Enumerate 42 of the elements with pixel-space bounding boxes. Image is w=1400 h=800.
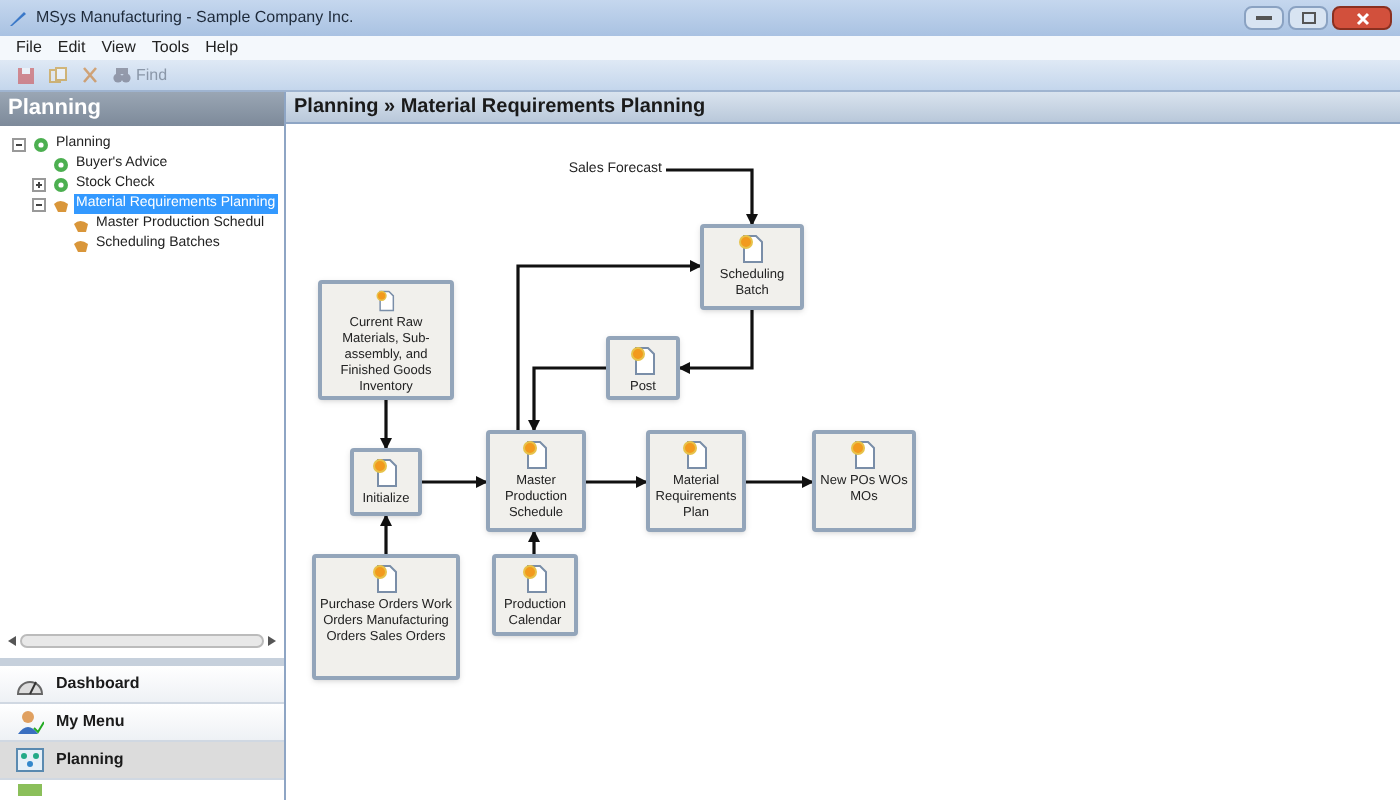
document-icon <box>629 346 657 376</box>
maximize-button[interactable] <box>1288 6 1328 30</box>
nav-item[interactable]: My Menu <box>0 704 284 742</box>
menu-item[interactable]: Edit <box>57 36 86 60</box>
horizontal-scrollbar[interactable] <box>8 630 276 650</box>
person-icon <box>16 710 44 734</box>
connector-arrow <box>422 476 488 488</box>
scroll-left-icon[interactable] <box>8 635 16 645</box>
connector-arrow <box>528 530 540 554</box>
collapse-icon[interactable] <box>12 137 26 151</box>
nav-item[interactable]: Dashboard <box>0 666 284 704</box>
connector-arrow <box>586 476 648 488</box>
close-icon <box>1355 11 1369 25</box>
document-icon <box>521 564 549 594</box>
document-icon <box>372 290 400 312</box>
collapse-icon[interactable] <box>32 197 46 211</box>
network-icon <box>16 748 44 772</box>
window-title: MSys Manufacturing - Sample Company Inc. <box>36 6 354 30</box>
document-icon <box>372 564 400 594</box>
document-icon <box>738 234 766 264</box>
expand-icon[interactable] <box>32 177 46 191</box>
connector-arrow <box>380 400 392 450</box>
sidebar-title: Planning <box>0 92 284 126</box>
document-icon <box>372 458 400 488</box>
menu-item[interactable]: File <box>16 36 42 60</box>
document-icon <box>522 440 550 470</box>
menu-item[interactable]: Help <box>205 36 239 60</box>
document-icon <box>682 440 710 470</box>
minimize-button[interactable] <box>1244 6 1284 30</box>
menu-item[interactable]: Tools <box>151 36 190 60</box>
save-icon[interactable] <box>16 65 36 85</box>
nav-item[interactable]: Planning <box>0 742 284 780</box>
binoculars-icon <box>112 66 132 84</box>
breadcrumb: Planning » Material Requirements Planning <box>286 92 1400 124</box>
connector-arrow <box>380 514 392 554</box>
menu-item[interactable]: View <box>101 36 136 60</box>
connector-arrow <box>666 168 758 226</box>
scroll-right-icon[interactable] <box>268 635 276 645</box>
document-icon <box>850 440 878 470</box>
app-icon <box>8 8 28 28</box>
close-button[interactable] <box>1332 6 1392 30</box>
connector-arrow <box>746 476 814 488</box>
